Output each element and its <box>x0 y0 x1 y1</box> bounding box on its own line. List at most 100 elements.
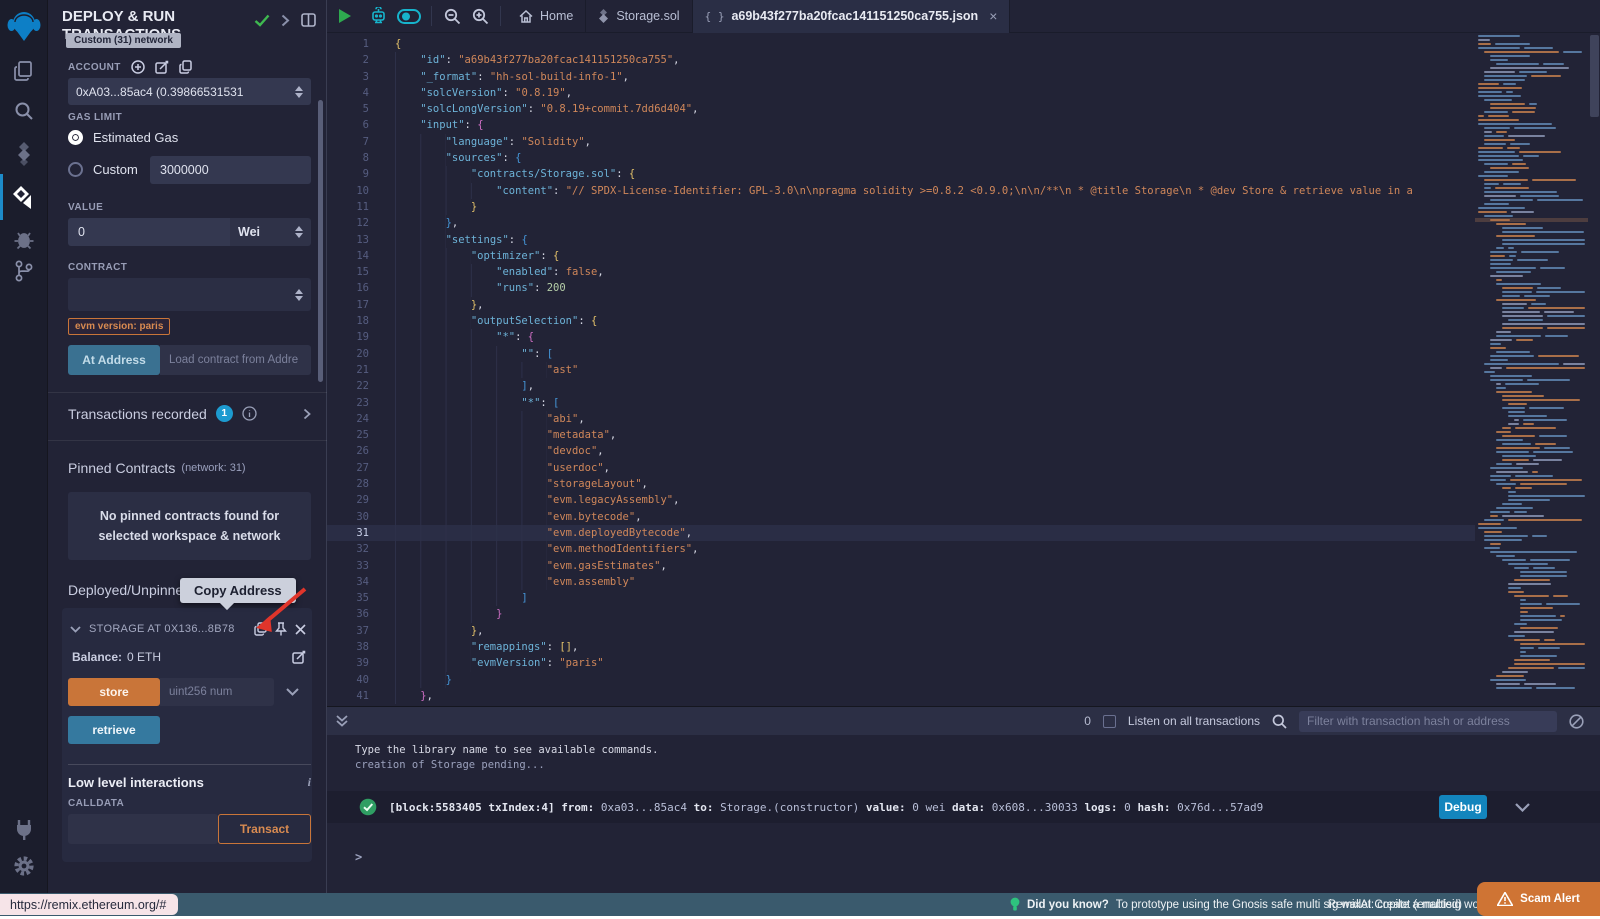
code-line[interactable]: 6"input": { <box>327 117 1475 133</box>
minimap[interactable] <box>1475 33 1588 706</box>
value-input[interactable] <box>68 218 230 246</box>
code-line[interactable]: 3"_format": "hh-sol-build-info-1", <box>327 69 1475 85</box>
code-line[interactable]: 10"content": "// SPDX-License-Identifier… <box>327 183 1475 199</box>
code-line[interactable]: 37}, <box>327 623 1475 639</box>
code-line[interactable]: 17}, <box>327 297 1475 313</box>
contract-select[interactable] <box>68 278 311 311</box>
code-line[interactable]: 24"abi", <box>327 411 1475 427</box>
clear-console-icon[interactable] <box>1569 714 1584 729</box>
at-address-button[interactable]: At Address <box>68 345 160 375</box>
code-line[interactable]: 40} <box>327 672 1475 688</box>
editor-scrollbar[interactable] <box>1590 35 1599 117</box>
pin-panel-icon[interactable] <box>301 13 316 27</box>
tab-json-file[interactable]: { } a69b43f277ba20fcac141151250ca755.jso… <box>693 0 1011 33</box>
code-line[interactable]: 16"runs": 200 <box>327 280 1475 296</box>
scam-alert-badge[interactable]: Scam Alert <box>1477 882 1600 916</box>
transaction-log-row[interactable]: [block:5583405 txIndex:4] from: 0xa03...… <box>327 791 1600 823</box>
collapse-terminal-icon[interactable] <box>335 714 349 728</box>
code-line[interactable]: 1{ <box>327 36 1475 52</box>
copy-address-icon[interactable] <box>254 622 267 636</box>
code-line[interactable]: 27"userdoc", <box>327 460 1475 476</box>
code-line[interactable]: 9"contracts/Storage.sol": { <box>327 166 1475 182</box>
ai-copilot-button[interactable] <box>363 0 393 33</box>
code-line[interactable]: 19"*": { <box>327 329 1475 345</box>
account-select[interactable]: 0xA03...85ac4 (0.39866531531 <box>68 78 311 105</box>
zoom-in-button[interactable] <box>466 0 494 33</box>
code-line[interactable]: 23"*": [ <box>327 395 1475 411</box>
sidebar-item-settings[interactable] <box>0 850 48 882</box>
add-account-icon[interactable] <box>131 60 145 74</box>
close-tab-icon[interactable]: × <box>989 8 997 24</box>
terminal-filter-input[interactable] <box>1299 711 1557 732</box>
copilot-toggle[interactable] <box>393 0 425 33</box>
code-line[interactable]: 15"enabled": false, <box>327 264 1475 280</box>
store-button[interactable]: store <box>68 678 160 706</box>
code-line[interactable]: 14"optimizer": { <box>327 248 1475 264</box>
calldata-input[interactable] <box>68 814 218 844</box>
tab-home[interactable]: Home <box>507 0 586 33</box>
expand-store-icon[interactable] <box>286 688 299 696</box>
terminal-output[interactable]: Type the library name to see available c… <box>327 735 1600 893</box>
copy-account-icon[interactable] <box>179 60 192 74</box>
code-line[interactable]: 41}, <box>327 688 1475 704</box>
code-line[interactable]: 12}, <box>327 215 1475 231</box>
code-line[interactable]: 29"evm.legacyAssembly", <box>327 492 1475 508</box>
code-editor[interactable]: 1{2"id": "a69b43f277ba20fcac141151250ca7… <box>327 33 1600 706</box>
collapse-contract-icon[interactable] <box>70 626 81 633</box>
code-line[interactable]: 34"evm.assembly" <box>327 574 1475 590</box>
code-line[interactable]: 21"ast" <box>327 362 1475 378</box>
run-script-button[interactable] <box>327 0 363 33</box>
code-line[interactable]: 5"solcLongVersion": "0.8.19+commit.7dd6d… <box>327 101 1475 117</box>
code-line[interactable]: 30"evm.bytecode", <box>327 509 1475 525</box>
code-line[interactable]: 13"settings": { <box>327 232 1475 248</box>
sidebar-item-solidity-compiler[interactable] <box>0 138 48 170</box>
account-stepper-icon[interactable] <box>295 86 303 98</box>
code-line[interactable]: 31"evm.deployedBytecode", <box>327 525 1475 541</box>
code-line[interactable]: 35] <box>327 590 1475 606</box>
sidebar-item-plugin-manager[interactable] <box>0 814 48 844</box>
code-line[interactable]: 18"outputSelection": { <box>327 313 1475 329</box>
sidebar-item-source-control[interactable] <box>0 256 48 286</box>
chevron-right-icon[interactable] <box>281 14 290 27</box>
code-line[interactable]: 26"devdoc", <box>327 443 1475 459</box>
sidebar-item-deploy-run[interactable] <box>0 180 48 214</box>
code-line[interactable]: 20"": [ <box>327 346 1475 362</box>
expand-transactions-icon[interactable] <box>303 408 311 420</box>
code-line[interactable]: 4"solcVersion": "0.8.19", <box>327 85 1475 101</box>
custom-gas-radio[interactable] <box>68 162 83 177</box>
code-line[interactable]: 2"id": "a69b43f277ba20fcac141151250ca755… <box>327 52 1475 68</box>
transact-button[interactable]: Transact <box>218 814 311 844</box>
pin-contract-icon[interactable] <box>275 622 287 636</box>
remix-logo[interactable] <box>0 8 48 44</box>
zoom-out-button[interactable] <box>438 0 466 33</box>
code-line[interactable]: 25"metadata", <box>327 427 1475 443</box>
sidebar-item-debugger[interactable] <box>0 224 48 254</box>
code-line[interactable]: 36} <box>327 606 1475 622</box>
edit-balance-icon[interactable] <box>292 650 306 664</box>
code-line[interactable]: 11} <box>327 199 1475 215</box>
debug-button[interactable]: Debug <box>1439 795 1487 819</box>
panel-scrollbar[interactable] <box>318 100 323 382</box>
sign-message-icon[interactable] <box>155 60 169 74</box>
copilot-status[interactable]: RemixAI Copilot (enabled) <box>1328 893 1462 916</box>
code-line[interactable]: 8"sources": { <box>327 150 1475 166</box>
code-line[interactable]: 28"storageLayout", <box>327 476 1475 492</box>
code-line[interactable]: 7"language": "Solidity", <box>327 134 1475 150</box>
retrieve-button[interactable]: retrieve <box>68 716 160 744</box>
value-unit-select[interactable]: Wei <box>230 218 311 246</box>
estimated-gas-radio[interactable] <box>68 130 83 145</box>
remove-contract-icon[interactable] <box>295 624 306 635</box>
custom-gas-input[interactable] <box>150 156 311 184</box>
code-line[interactable]: 22], <box>327 378 1475 394</box>
code-line[interactable]: 32"evm.methodIdentifiers", <box>327 541 1475 557</box>
terminal-prompt[interactable]: > <box>355 850 362 865</box>
at-address-input[interactable] <box>160 345 311 375</box>
listen-all-checkbox[interactable] <box>1103 715 1116 728</box>
store-arg-input[interactable] <box>160 678 274 706</box>
sidebar-item-search[interactable] <box>0 96 48 126</box>
code-line[interactable]: 39"evmVersion": "paris" <box>327 655 1475 671</box>
code-line[interactable]: 33"evm.gasEstimates", <box>327 558 1475 574</box>
expand-tx-icon[interactable] <box>1515 803 1530 812</box>
code-line[interactable]: 38"remappings": [], <box>327 639 1475 655</box>
tab-storage-sol[interactable]: Storage.sol <box>586 0 692 33</box>
